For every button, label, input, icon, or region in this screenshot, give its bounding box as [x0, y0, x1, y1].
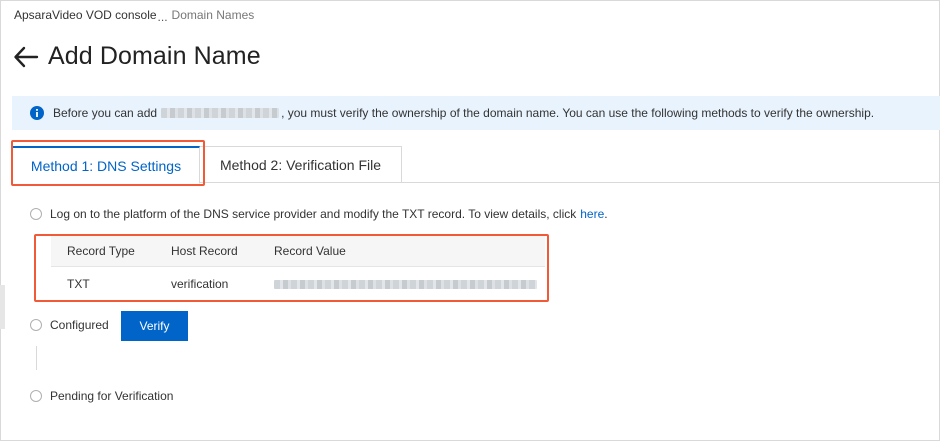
breadcrumb-root[interactable]: ApsaraVideo VOD console	[14, 8, 157, 22]
step-modify-txt: Log on to the platform of the DNS servic…	[30, 207, 608, 221]
step-radio	[30, 319, 42, 331]
breadcrumb-current[interactable]: Domain Names	[172, 8, 255, 22]
info-notice: Before you can add , you must verify the…	[12, 96, 940, 130]
details-link[interactable]: here	[580, 207, 604, 221]
notice-text-before: Before you can add	[53, 106, 158, 120]
step-radio	[30, 390, 42, 402]
step-radio	[30, 208, 42, 220]
info-icon	[30, 106, 44, 120]
redacted-domain	[161, 108, 280, 118]
step-configured: Configured	[30, 318, 109, 332]
tab-highlight-box	[11, 140, 205, 186]
step-connector-line	[36, 346, 37, 370]
step3-text: Pending for Verification	[50, 389, 174, 403]
notice-text-after: , you must verify the ownership of the d…	[281, 106, 875, 120]
breadcrumb: ApsaraVideo VOD console ... Domain Names	[14, 8, 255, 24]
step1-suffix: .	[604, 207, 608, 221]
left-edge-handle	[0, 285, 5, 329]
step2-text: Configured	[50, 318, 109, 332]
breadcrumb-separator: ...	[157, 10, 168, 24]
table-highlight-box	[34, 234, 549, 302]
arrow-left-icon[interactable]	[12, 43, 40, 71]
page-title: Add Domain Name	[48, 42, 261, 70]
step1-text: Log on to the platform of the DNS servic…	[50, 207, 577, 221]
title-row: Add Domain Name	[12, 42, 261, 71]
verify-button[interactable]: Verify	[121, 311, 188, 341]
tab-verification-file[interactable]: Method 2: Verification File	[200, 146, 402, 183]
step-pending-verification: Pending for Verification	[30, 389, 173, 403]
